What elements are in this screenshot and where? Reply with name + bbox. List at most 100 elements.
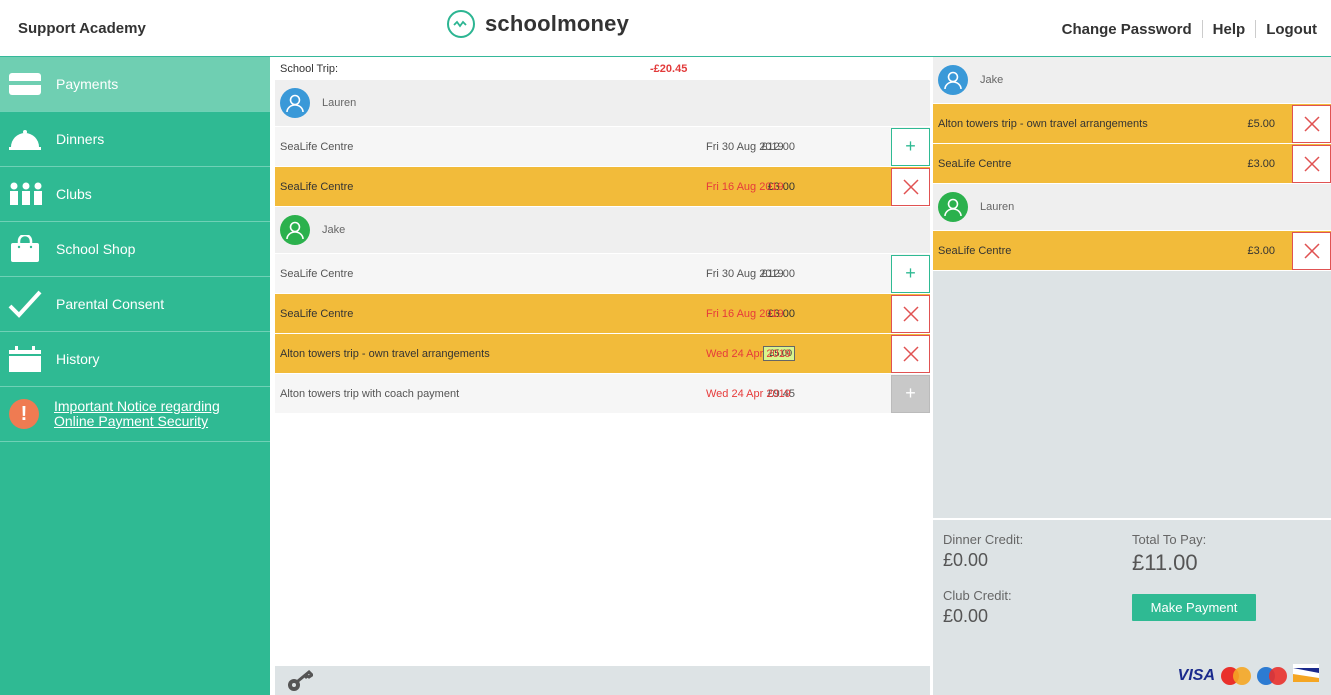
change-password-link[interactable]: Change Password <box>1062 21 1192 38</box>
item-date: Fri 30 Aug 2019 <box>706 140 784 153</box>
child-name: Lauren <box>322 97 357 109</box>
item-name: SeaLife Centre <box>938 244 1012 257</box>
remove-from-basket-button[interactable] <box>1292 231 1331 270</box>
school-name: Support Academy <box>18 20 146 37</box>
item-name: SeaLife Centre <box>280 307 354 320</box>
sidebar-item-school-shop[interactable]: School Shop <box>0 222 270 277</box>
user-avatar-icon <box>938 192 968 222</box>
maestro-logo-icon <box>1257 666 1287 685</box>
total-to-pay-value: £11.00 <box>1132 550 1198 575</box>
add-to-basket-button-disabled[interactable]: + <box>891 374 930 413</box>
link-divider <box>1201 20 1203 38</box>
sidebar-item-dinners[interactable]: Dinners <box>0 112 270 167</box>
summary-amount: -£20.45 <box>650 62 688 75</box>
item-price: £5.00 <box>1247 117 1275 130</box>
sidebar-item-label: School Shop <box>56 241 136 257</box>
item-name: SeaLife Centre <box>280 140 354 153</box>
close-icon <box>1303 155 1320 172</box>
sidebar-item-label: Dinners <box>56 131 105 147</box>
sidebar-item-parental-consent[interactable]: Parental Consent <box>0 277 270 332</box>
payment-row: SeaLife Centre £3.00 Fri 16 Aug 2019 <box>275 167 930 207</box>
people-icon <box>0 167 54 222</box>
basket-panel: Jake Alton towers trip - own travel arra… <box>933 57 1331 695</box>
user-avatar-icon <box>938 65 968 95</box>
remove-from-basket-button[interactable] <box>891 167 930 206</box>
notice-line: Important Notice regarding <box>54 398 220 414</box>
visa-electron-logo-icon <box>1293 664 1319 687</box>
basket-child-jake: Jake <box>933 57 1331 104</box>
sidebar-item-label: Clubs <box>56 186 92 202</box>
sidebar-item-label: Payments <box>56 76 119 92</box>
checkmark-icon <box>0 277 54 332</box>
security-notice: ! Important Notice regarding Online Paym… <box>0 387 270 442</box>
sidebar-item-history[interactable]: History <box>0 332 270 387</box>
add-to-basket-button[interactable]: + <box>891 127 930 166</box>
make-payment-button[interactable]: Make Payment <box>1132 594 1256 621</box>
item-name: SeaLife Centre <box>280 180 354 193</box>
link-divider <box>1255 20 1257 38</box>
item-name: Alton towers trip with coach payment <box>280 387 460 400</box>
basket-row: SeaLife Centre £3.00 <box>933 231 1331 271</box>
payment-row: SeaLife Centre £12.00 Fri 30 Aug 2019 + <box>275 254 930 294</box>
close-icon <box>1303 242 1320 259</box>
panel-footer <box>275 666 930 695</box>
sidebar: Payments Dinners Clubs School Shop Paren… <box>0 57 270 695</box>
sidebar-item-payments[interactable]: Payments <box>0 57 270 112</box>
close-icon <box>1303 115 1320 132</box>
basket-row: Alton towers trip - own travel arrangeme… <box>933 104 1331 144</box>
item-name: SeaLife Centre <box>280 267 354 280</box>
user-avatar-icon <box>280 88 310 118</box>
top-header: Support Academy schoolmoney Change Passw… <box>0 0 1331 57</box>
user-avatar-icon <box>280 215 310 245</box>
notice-line: Online Payment Security <box>54 413 209 429</box>
item-name: SeaLife Centre <box>938 157 1012 170</box>
logo-text: schoolmoney <box>485 11 630 36</box>
mastercard-logo-icon <box>1221 666 1251 685</box>
sidebar-item-label: Parental Consent <box>56 296 165 312</box>
sidebar-item-clubs[interactable]: Clubs <box>0 167 270 222</box>
logout-link[interactable]: Logout <box>1266 21 1317 38</box>
exclamation-icon: ! <box>9 399 39 429</box>
child-name: Jake <box>980 74 1004 86</box>
calendar-icon <box>0 332 54 387</box>
payment-row: SeaLife Centre £3.00 Fri 16 Aug 2019 <box>275 294 930 334</box>
item-date: Fri 30 Aug 2019 <box>706 267 784 280</box>
item-date: Wed 24 Apr 2019 <box>706 387 791 400</box>
item-price: £3.00 <box>1247 157 1275 170</box>
schoolmoney-logo[interactable]: schoolmoney <box>447 10 629 38</box>
payment-row: Alton towers trip with coach payment £9.… <box>275 374 930 414</box>
remove-from-basket-button[interactable] <box>1292 104 1331 143</box>
dinner-credit-value: £0.00 <box>943 550 989 570</box>
payment-items-panel: School Trip: -£20.45 Lauren SeaLife Cent… <box>275 57 930 695</box>
remove-from-basket-button[interactable] <box>891 334 930 373</box>
close-icon <box>902 178 919 195</box>
child-header-jake: Jake <box>275 207 930 254</box>
item-date: Fri 16 Aug 2019 <box>706 180 784 193</box>
child-name: Lauren <box>980 201 1015 213</box>
dinner-credit-label: Dinner Credit: <box>943 532 1024 547</box>
item-price: £3.00 <box>1247 244 1275 257</box>
security-notice-link[interactable]: Important Notice regarding Online Paymen… <box>54 399 220 429</box>
summary-label: School Trip: <box>280 62 339 75</box>
total-to-pay-label: Total To Pay: <box>1132 532 1207 547</box>
help-link[interactable]: Help <box>1213 21 1246 38</box>
cloche-icon <box>0 112 54 167</box>
key-icon[interactable] <box>287 669 315 695</box>
basket-child-lauren: Lauren <box>933 184 1331 231</box>
account-links: Change Password Help Logout <box>1062 20 1317 38</box>
add-to-basket-button[interactable]: + <box>891 254 930 293</box>
item-name: Alton towers trip - own travel arrangeme… <box>280 347 490 360</box>
payment-row: SeaLife Centre £12.00 Fri 30 Aug 2019 + <box>275 127 930 167</box>
child-name: Jake <box>322 224 346 236</box>
basket-totals: Dinner Credit: £0.00 Club Credit: £0.00 … <box>933 518 1331 695</box>
close-icon <box>902 305 919 322</box>
close-icon <box>902 345 919 362</box>
logo-wave-icon <box>447 10 475 38</box>
shopping-bag-icon <box>0 222 54 277</box>
remove-from-basket-button[interactable] <box>1292 144 1331 183</box>
item-date: Wed 24 Apr 2019 <box>706 347 791 360</box>
basket-row: SeaLife Centre £3.00 <box>933 144 1331 184</box>
payment-row: Alton towers trip - own travel arrangeme… <box>275 334 930 374</box>
remove-from-basket-button[interactable] <box>891 294 930 333</box>
club-credit-label: Club Credit: <box>943 588 1012 603</box>
